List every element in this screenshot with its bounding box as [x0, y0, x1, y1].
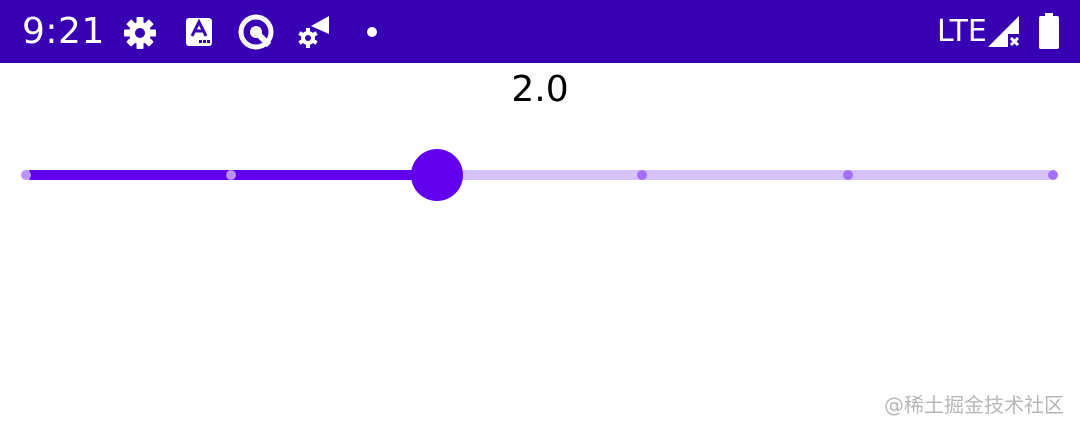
slider-tick-mark [21, 170, 31, 180]
slider-tick-mark [1048, 170, 1058, 180]
status-time: 9:21 [22, 11, 105, 52]
discrete-slider[interactable] [0, 140, 1080, 210]
app-notification-icon [186, 18, 212, 46]
slider-thumb[interactable] [410, 149, 463, 201]
slider-tick-mark [842, 170, 853, 180]
sync-icon [238, 14, 274, 50]
wifi-settings-icon [298, 16, 329, 48]
settings-icon [124, 17, 156, 49]
network-type-label: LTE [937, 14, 987, 49]
slider-value-text: 2.0 [511, 69, 569, 110]
notification-dot-icon [367, 27, 377, 37]
status-bar: 9:21 LTE [0, 0, 1080, 63]
battery-icon [1039, 13, 1059, 49]
watermark: @稀土掘金技术社区 [884, 393, 1064, 417]
signal-icon [988, 16, 1020, 47]
